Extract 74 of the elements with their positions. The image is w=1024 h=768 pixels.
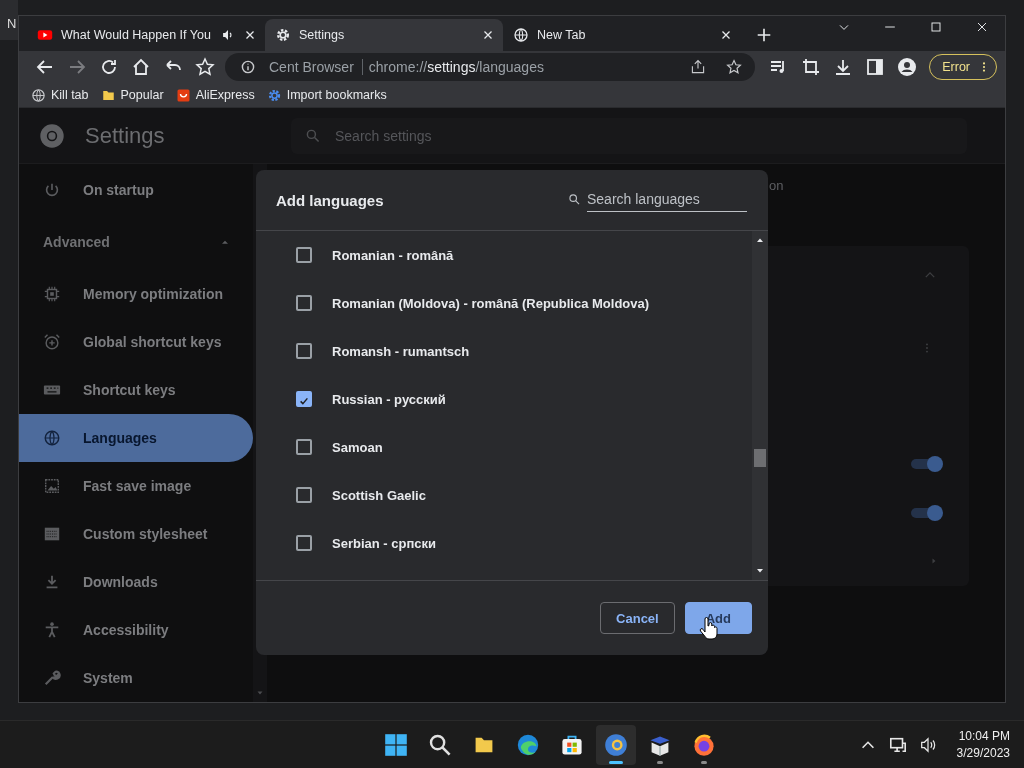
sidebar-item[interactable]: Custom stylesheet — [19, 510, 253, 558]
sidebar-item[interactable]: Accessibility — [19, 606, 253, 654]
sidebar-item[interactable]: On startup — [19, 166, 253, 214]
info-icon[interactable] — [239, 58, 257, 75]
person-icon — [43, 621, 61, 639]
language-label: Russian - русский — [332, 391, 446, 407]
chip-icon — [43, 285, 61, 303]
sidebar-item[interactable]: Memory optimization — [19, 270, 253, 318]
sidebar-item[interactable]: Fast save image — [19, 462, 253, 510]
cancel-button[interactable]: Cancel — [600, 602, 675, 634]
gear-icon — [266, 87, 282, 103]
power-icon — [43, 181, 61, 199]
language-label: Romanian - română — [332, 247, 454, 263]
page-title: Settings — [85, 122, 165, 149]
browser-tab[interactable]: Settings — [265, 18, 503, 51]
url-text: chrome://settings/languages — [368, 58, 544, 75]
checkbox[interactable] — [296, 439, 312, 455]
sidebar-item[interactable]: Global shortcut keys — [19, 318, 253, 366]
image-icon — [43, 477, 61, 495]
star-icon[interactable] — [725, 58, 744, 75]
sidebar-item[interactable]: System — [19, 654, 253, 702]
checkbox[interactable] — [296, 535, 312, 551]
window-title: N — [7, 16, 17, 31]
dialog-title: Add languages — [276, 191, 384, 209]
gear-icon — [275, 26, 291, 43]
search-field[interactable]: Search languages — [587, 186, 747, 212]
language-label: Romanian (Moldova) - română (Republica Moldova) — [332, 295, 650, 311]
site-label: Cent Browser — [269, 58, 363, 75]
shopping-bag-icon — [175, 87, 191, 103]
language-label: Scottish Gaelic — [332, 487, 426, 503]
wrench-icon — [43, 669, 61, 687]
error-button[interactable]: Error — [929, 53, 997, 80]
bookmark[interactable]: Import bookmarks — [266, 87, 387, 103]
toggle-switch[interactable] — [909, 456, 943, 472]
browser-logo-icon — [39, 122, 65, 149]
browser-tab[interactable]: New Tab — [503, 18, 741, 51]
language-label: Samoan — [332, 439, 383, 455]
browser-logo-icon — [604, 732, 628, 757]
scrollbar[interactable] — [752, 231, 768, 580]
clock-date[interactable]: 3/29/2023 — [956, 744, 1010, 762]
checkbox[interactable] — [296, 295, 312, 311]
globe-icon — [513, 26, 529, 43]
checkbox[interactable] — [296, 247, 312, 263]
search-icon — [428, 732, 452, 757]
edge-icon — [516, 732, 540, 757]
background-window[interactable]: N — [0, 0, 18, 40]
globe-icon — [43, 429, 61, 447]
checkbox[interactable] — [296, 343, 312, 359]
search-icon — [568, 192, 581, 206]
language-label: Romansh - rumantsch — [332, 343, 470, 359]
address-bar[interactable]: Cent Browser chrome://settings/languages — [225, 52, 756, 81]
bookmark[interactable]: Popular — [100, 87, 164, 103]
sidebar-item[interactable]: Downloads — [19, 558, 253, 606]
alarm-clock-icon — [43, 333, 61, 351]
scrollbar-thumb[interactable] — [754, 449, 766, 467]
language-label: Serbian - српски — [332, 535, 436, 551]
bookmark[interactable]: AliExpress — [175, 87, 255, 103]
globe-icon — [31, 87, 46, 103]
windows-logo-icon — [384, 732, 408, 757]
search-field[interactable]: Search settings — [291, 117, 967, 154]
checkbox[interactable] — [296, 487, 312, 503]
checkmark-icon — [298, 395, 310, 407]
clock-time[interactable]: 10:04 PM — [958, 727, 1010, 745]
checkbox[interactable] — [296, 391, 312, 407]
bookmark[interactable]: Kill tab — [31, 87, 89, 103]
taskbar-button[interactable] — [596, 724, 636, 765]
search-icon — [305, 127, 321, 144]
firefox-icon — [692, 732, 716, 757]
browser-tab[interactable]: What Would Happen If You — [27, 18, 265, 51]
page-text: on — [769, 178, 785, 193]
sidebar-item[interactable]: Shortcut keys — [19, 366, 253, 414]
toggle-switch[interactable] — [909, 505, 943, 521]
grid-icon — [43, 525, 61, 543]
section-header[interactable]: Advanced — [19, 214, 253, 270]
